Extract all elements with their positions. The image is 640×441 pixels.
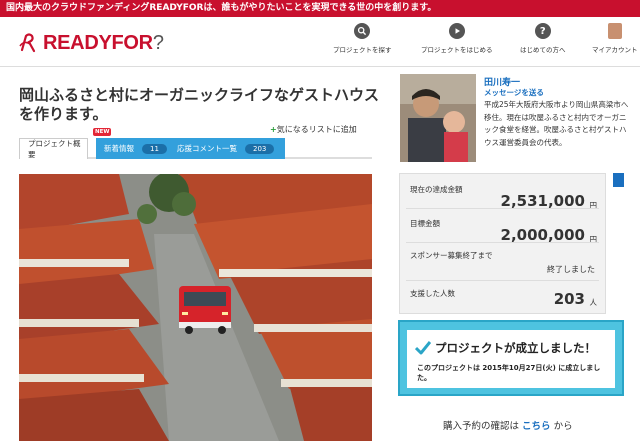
search-icon <box>354 23 371 39</box>
supporters-unit: 人 <box>589 298 598 307</box>
goal-label: 目標金額 <box>410 219 440 228</box>
nav-find-projects[interactable]: プロジェクトを探す <box>333 23 392 54</box>
deadline-value: 終了しました <box>547 265 595 274</box>
nav-label: プロジェクトを探す <box>333 46 392 54</box>
add-to-favorites-link[interactable]: +気になるリストに追加 <box>270 124 357 135</box>
confirm-prefix: 購入予約の確認は <box>443 421 520 432</box>
announcement-text: 国内最大のクラウドファンディングREADYFORは、誰もがやりたいことを実現でき… <box>6 3 437 13</box>
success-panel: プロジェクトが成立しました！ このプロジェクトは 2015年10月27日(火) … <box>407 330 615 388</box>
raised-label: 現在の達成金額 <box>410 185 463 194</box>
nav-label: プロジェクトをはじめる <box>421 46 493 54</box>
funding-stats: 現在の達成金額 2,531,000 円 目標金額 2,000,000 円 スポン… <box>399 173 606 314</box>
divider <box>406 280 599 281</box>
confirm-suffix: から <box>553 421 573 432</box>
tab-label: 応援コメント一覧 <box>177 144 237 153</box>
deadline-label: スポンサー募集終了まで <box>410 251 493 260</box>
tab-label: プロジェクト概要 <box>28 139 81 159</box>
owner-description: 平成25年大阪府大阪市より岡山県高梁市へ移住。現在は吹屋ふるさと村内でオーガニッ… <box>484 100 629 147</box>
village-scene-image <box>19 174 372 441</box>
success-heading: プロジェクトが成立しました！ <box>435 341 596 355</box>
confirm-link[interactable]: こちら <box>522 421 551 432</box>
plus-icon: + <box>270 125 277 134</box>
send-message-link[interactable]: メッセージを送る <box>484 87 544 98</box>
currency-unit: 円 <box>589 201 598 210</box>
tab-label: 新着情報 <box>104 144 134 153</box>
logo[interactable]: READYFOR? <box>18 31 164 55</box>
play-icon <box>448 23 465 39</box>
favorite-label: 気になるリストに追加 <box>276 125 357 134</box>
tab-overview[interactable]: プロジェクト概要 <box>19 138 88 159</box>
supporters-value: 203 <box>553 290 585 308</box>
success-banner: プロジェクトが成立しました！ このプロジェクトは 2015年10月27日(火) … <box>398 320 624 396</box>
project-tabs: プロジェクト概要 新着情報 11 応援コメント一覧 203 <box>19 135 372 159</box>
reservation-confirm: 購入予約の確認は こちら から <box>443 418 573 432</box>
new-badge: NEW <box>93 128 112 136</box>
side-scroll-tab[interactable] <box>613 173 624 187</box>
page-title: 岡山ふるさと村にオーガニックライフなゲストハウスを作ります。 <box>19 86 380 123</box>
success-heading-row: プロジェクトが成立しました！ <box>415 340 596 356</box>
question-icon: ? <box>534 23 551 39</box>
nav-start-project[interactable]: プロジェクトをはじめる <box>421 23 493 54</box>
divider <box>406 208 599 209</box>
check-icon <box>415 341 431 355</box>
owner-photo[interactable] <box>400 74 476 162</box>
logo-suffix: ? <box>152 31 164 54</box>
supporters-label: 支援した人数 <box>410 289 455 298</box>
tab-comments[interactable]: 応援コメント一覧 203 <box>169 138 285 159</box>
news-count-badge: 11 <box>142 143 167 154</box>
comments-count-badge: 203 <box>245 143 275 154</box>
announcement-bar: 国内最大のクラウドファンディングREADYFORは、誰もがやりたいことを実現でき… <box>0 0 640 17</box>
nav-label: はじめての方へ <box>520 46 566 54</box>
owner-photo-image <box>400 74 476 162</box>
divider <box>406 242 599 243</box>
success-body: このプロジェクトは 2015年10月27日(火) に成立しました。 <box>417 364 601 382</box>
project-main-image <box>19 174 372 441</box>
nav-label: マイアカウント <box>592 46 638 54</box>
nav-my-account[interactable]: マイアカウント <box>592 23 638 54</box>
avatar <box>607 23 622 39</box>
nav-first-time[interactable]: ? はじめての方へ <box>520 23 566 54</box>
currency-unit: 円 <box>589 235 598 244</box>
logo-text: READYFOR <box>43 31 153 54</box>
readyfor-logo-icon <box>19 33 36 53</box>
site-header: READYFOR? プロジェクトを探す プロジェクトをはじめる ? はじめての方… <box>0 17 640 67</box>
